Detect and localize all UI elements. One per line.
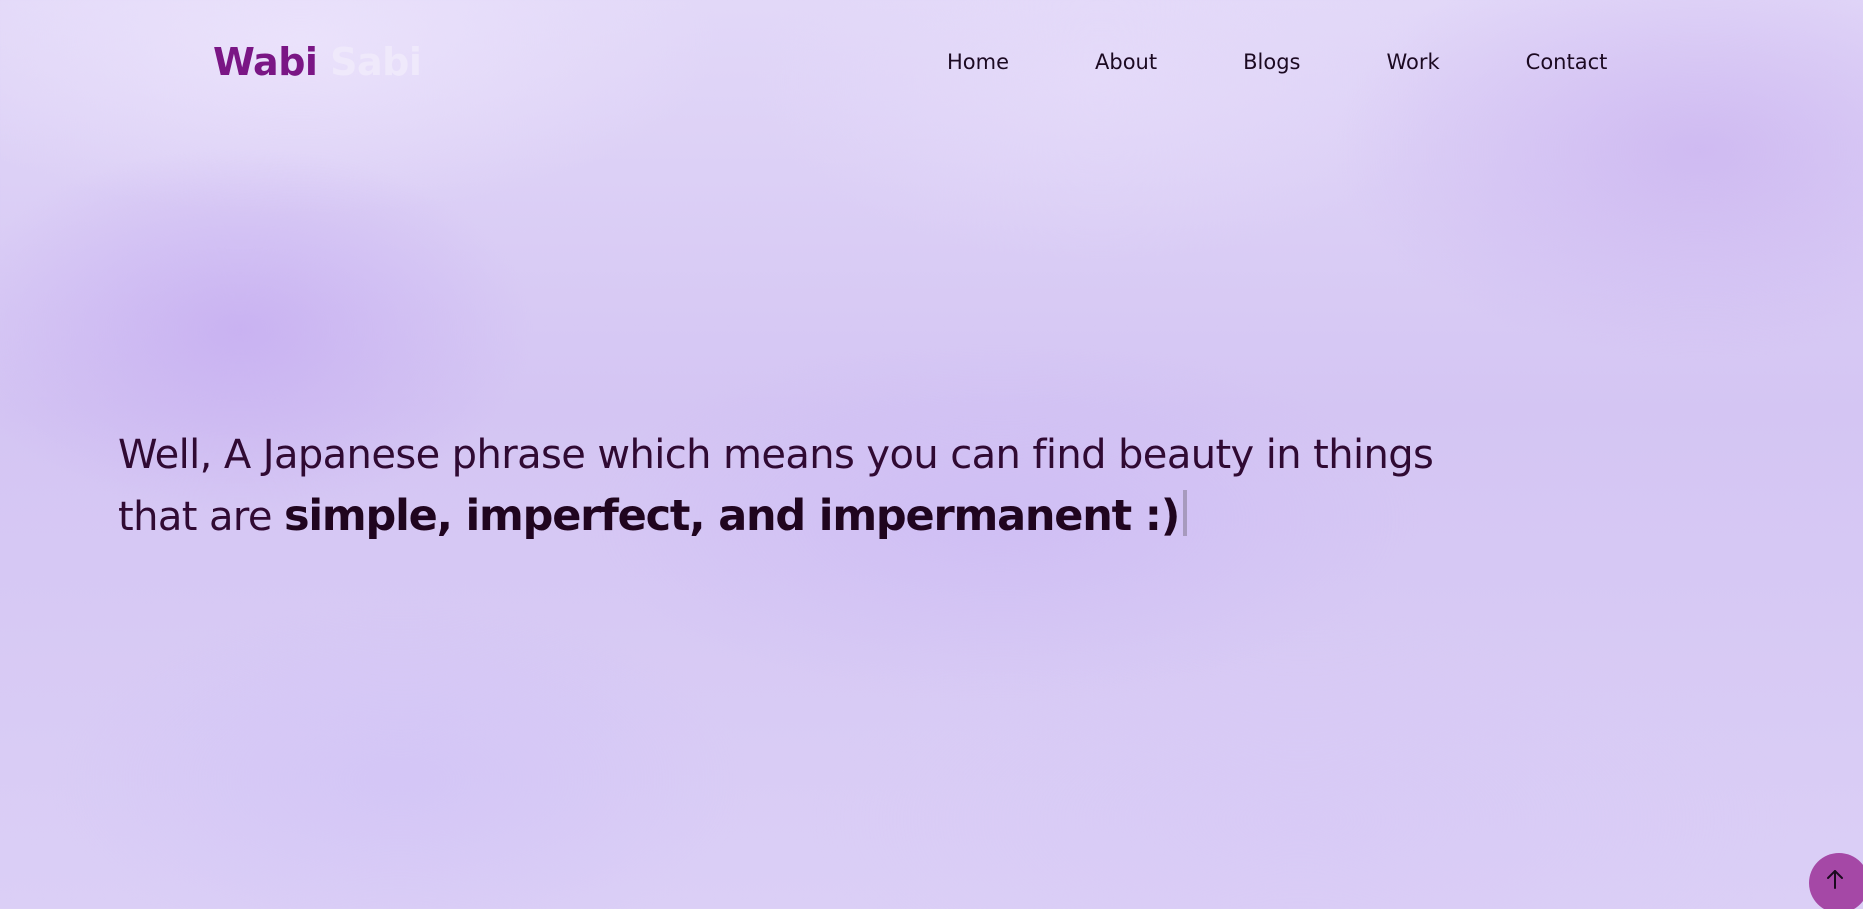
nav-link-work[interactable]: Work: [1386, 50, 1439, 74]
logo-second-word: Sabi: [330, 40, 422, 84]
nav-link-blogs[interactable]: Blogs: [1243, 50, 1300, 74]
typing-cursor: [1183, 490, 1188, 536]
scroll-to-top-button[interactable]: [1809, 853, 1863, 909]
nav-link-home[interactable]: Home: [947, 50, 1009, 74]
nav-link-about[interactable]: About: [1095, 50, 1157, 74]
hero-emphasis: simple, imperfect, and impermanent :): [283, 491, 1181, 541]
logo-first-word: Wabi: [213, 40, 318, 84]
hero-line-2-prefix: that are: [118, 494, 284, 540]
hero-text: Well, A Japanese phrase which means you …: [118, 425, 1618, 548]
arrow-up-icon: [1827, 870, 1843, 889]
navbar: Wabi Sabi Home About Blogs Work Contact: [0, 0, 1863, 130]
nav-link-contact[interactable]: Contact: [1526, 50, 1608, 74]
site-logo[interactable]: Wabi Sabi: [213, 40, 422, 84]
nav-menu: Home About Blogs Work Contact: [947, 50, 1607, 74]
hero-line-1: Well, A Japanese phrase which means you …: [118, 432, 1434, 478]
hero-line-2: that are simple, imperfect, and imperman…: [118, 486, 1618, 548]
